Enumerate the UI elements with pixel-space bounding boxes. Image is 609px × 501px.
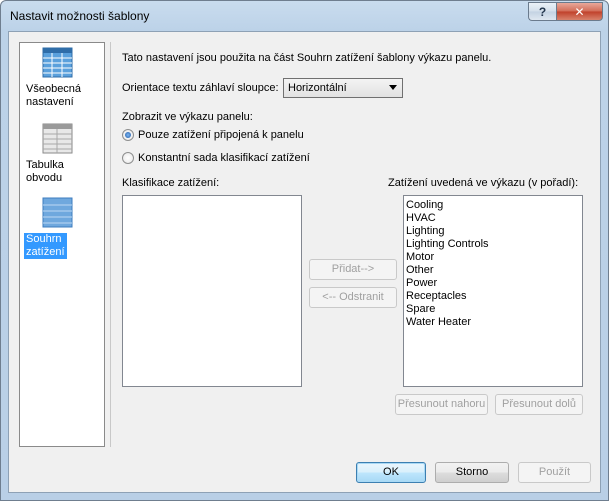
radio-connected-loads[interactable]: Pouze zatížení připojená k panelu [122,127,372,143]
chevron-down-icon [389,85,397,90]
window-title: Nastavit možnosti šablony [10,9,150,23]
radio-label: Konstantní sada klasifikací zatížení [138,152,310,164]
add-button[interactable]: Přidat--> [309,259,397,280]
sidebar-item-label: nastavení [26,96,74,108]
dialog-window: Nastavit možnosti šablony ? ✕ Všeobecná … [0,0,609,501]
category-sidebar: Všeobecná nastavení Tabulka obvodu Souhr… [19,42,105,447]
sidebar-item-label: obvodu [26,172,63,184]
classifications-label: Klasifikace zatížení: [122,177,220,189]
title-bar[interactable]: Nastavit možnosti šablony ? ✕ [1,1,608,31]
list-item[interactable]: Receptacles [404,290,582,303]
list-item[interactable]: Motor [404,251,582,264]
list-item[interactable]: HVAC [404,212,582,225]
list-item[interactable]: Cooling [404,199,582,212]
list-item[interactable]: Power [404,277,582,290]
move-up-button[interactable]: Přesunout nahoru [395,394,488,415]
cancel-button[interactable]: Storno [435,462,509,483]
remove-button[interactable]: <-- Odstranit [309,287,397,308]
scheduled-loads-label: Zatížení uvedená ve výkazu (v pořadí): [388,177,579,189]
radio-unchecked-icon[interactable] [122,152,134,164]
sidebar-item-label: Všeobecná [26,83,82,95]
general-settings-icon [42,47,73,78]
sidebar-item-label: Souhrn [26,233,62,245]
load-summary-panel: Tato nastavení jsou použita na část Souh… [110,42,591,447]
help-button[interactable]: ? [528,2,556,21]
list-item[interactable]: Lighting Controls [404,238,582,251]
sidebar-item-label: zatížení [26,246,65,258]
dialog-client-area: Všeobecná nastavení Tabulka obvodu Souhr… [8,31,601,493]
list-item[interactable]: Lighting [404,225,582,238]
load-summary-icon [42,197,73,228]
circuit-table-icon [42,123,73,154]
radio-label: Pouze zatížení připojená k panelu [138,129,304,141]
classifications-listbox[interactable] [122,195,302,387]
scheduled-loads-listbox[interactable]: Cooling HVAC Lighting Lighting Controls … [403,195,583,387]
move-down-button[interactable]: Přesunout dolů [495,394,583,415]
list-item[interactable]: Other [404,264,582,277]
close-icon: ✕ [574,4,585,19]
orientation-dropdown[interactable]: Horizontální [283,78,403,98]
list-item[interactable]: Spare [404,303,582,316]
orientation-value: Horizontální [288,82,347,94]
display-label: Zobrazit ve výkazu panelu: [122,111,253,123]
radio-checked-icon[interactable] [122,129,134,141]
help-icon: ? [538,4,547,19]
apply-button[interactable]: Použít [518,462,591,483]
radio-constant-set[interactable]: Konstantní sada klasifikací zatížení [122,150,372,166]
panel-description: Tato nastavení jsou použita na část Souh… [122,52,492,64]
list-item[interactable]: Water Heater [404,316,582,329]
close-button[interactable]: ✕ [556,2,603,21]
sidebar-item-label: Tabulka [26,159,64,171]
orientation-label: Orientace textu záhlaví sloupce: [122,82,279,94]
ok-button[interactable]: OK [356,462,426,483]
